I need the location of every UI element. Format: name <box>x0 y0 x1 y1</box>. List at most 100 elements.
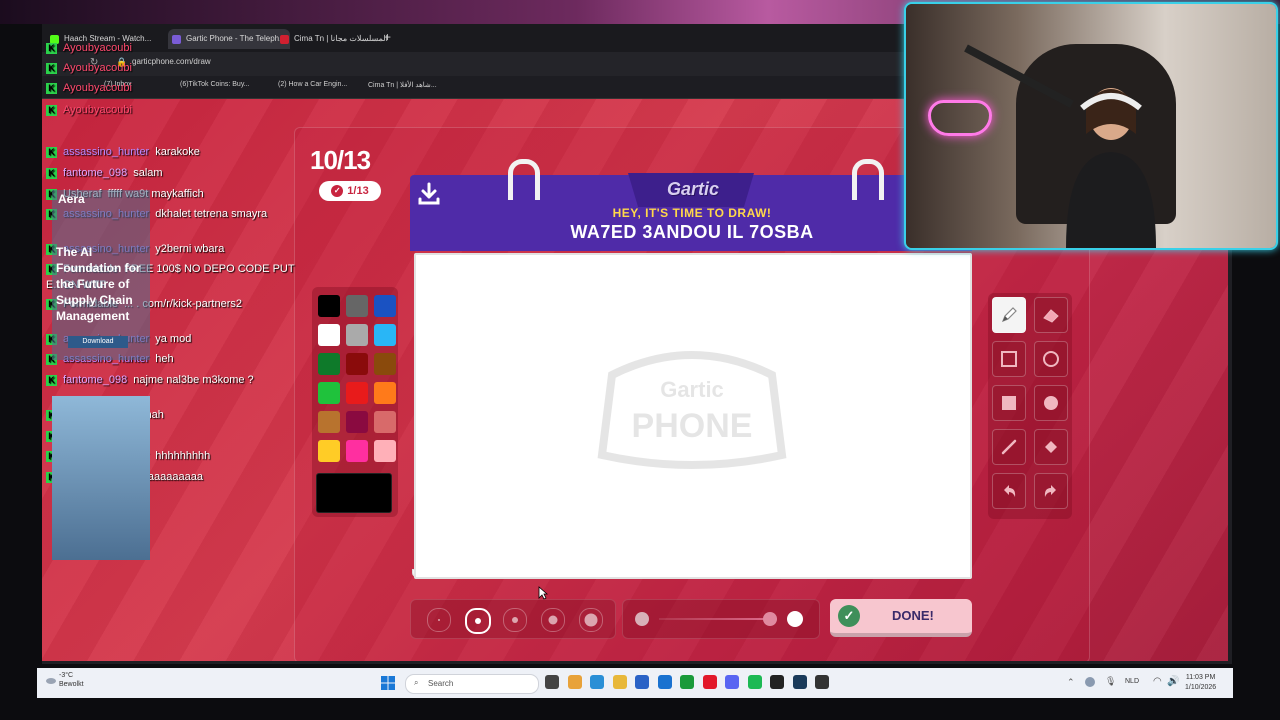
discord-app-icon[interactable] <box>725 675 739 689</box>
current-color-swatch[interactable] <box>316 473 392 513</box>
edge-app-icon[interactable] <box>590 675 604 689</box>
media-app-icon[interactable] <box>815 675 829 689</box>
color-swatch[interactable] <box>318 440 340 462</box>
explorer-app-icon[interactable] <box>612 675 627 689</box>
chat-username[interactable]: Ayoubyacoubi <box>63 104 132 116</box>
ad-download-button[interactable]: Download <box>68 336 128 348</box>
outlook-app-icon[interactable] <box>657 675 672 689</box>
check-icon: ✓ <box>331 185 344 198</box>
brush-size-3[interactable] <box>503 608 527 632</box>
chat-username[interactable]: Ayoubyacoubi <box>63 42 132 54</box>
weather-icon[interactable] <box>45 673 57 685</box>
redo-tool[interactable] <box>1034 473 1068 509</box>
mic-icon[interactable]: 🎙 <box>1105 676 1116 687</box>
xbox-app-icon[interactable] <box>680 675 694 689</box>
eraser-icon <box>1043 309 1059 323</box>
opacity-slider[interactable] <box>622 599 820 639</box>
chat-text: najme nal3be m3kome ? <box>133 374 254 386</box>
rect-outline-tool[interactable] <box>992 341 1026 377</box>
chat-username[interactable]: Ayoubyacoubi <box>63 62 132 74</box>
color-swatch[interactable] <box>318 353 340 375</box>
prompt-word: WA7ED 3ANDOU IL 7OSBA <box>570 222 814 242</box>
color-swatch[interactable] <box>346 295 368 317</box>
chat-username[interactable]: fantome_098 <box>63 167 127 179</box>
pen-tool[interactable] <box>992 297 1026 333</box>
color-swatch[interactable] <box>346 353 368 375</box>
chat-text: salam <box>133 167 163 179</box>
pen-icon <box>1001 307 1017 323</box>
windows-taskbar: -3°C Bewolkt ⌕ Search ⌃ 🎙 NLD ◠ 🔊 11:03 … <box>37 668 1233 698</box>
chat-message: K Ayoubyacoubi <box>46 40 296 56</box>
color-swatch[interactable] <box>346 382 368 404</box>
brush-size-2[interactable] <box>465 608 491 634</box>
svg-text:PHONE: PHONE <box>632 407 753 445</box>
chat-username[interactable]: Ayoubyacoubi <box>63 82 132 94</box>
ad-body: The AI Foundation for the Future of Supp… <box>56 245 141 323</box>
brush-size-1[interactable] <box>427 608 451 632</box>
ad-overlay: Aera The AI Foundation for the Future of… <box>52 190 150 560</box>
eraser-tool[interactable] <box>1034 297 1068 333</box>
color-swatch[interactable] <box>318 295 340 317</box>
windows-start-icon[interactable] <box>381 676 395 690</box>
language-indicator[interactable]: NLD <box>1125 678 1139 685</box>
chat-text: karakoke <box>155 146 200 158</box>
color-swatch[interactable] <box>318 382 340 404</box>
color-swatch[interactable] <box>346 440 368 462</box>
done-button[interactable]: ✓ DONE! <box>830 599 972 637</box>
binder-ring-left <box>508 159 540 200</box>
kick-badge-icon: K <box>46 146 57 158</box>
chat-username[interactable]: assassino_hunter <box>63 146 149 158</box>
chrome-app-icon[interactable] <box>567 675 582 689</box>
mouse-cursor-icon <box>538 586 548 600</box>
neon-lips-sign <box>928 100 992 136</box>
rect-fill-tool[interactable] <box>992 385 1026 421</box>
line-tool[interactable] <box>992 429 1026 465</box>
color-swatch[interactable] <box>374 382 396 404</box>
gartic-logo: Gartic <box>666 179 720 199</box>
brush-size-5[interactable] <box>579 608 603 632</box>
steam-app-icon[interactable] <box>792 675 807 689</box>
color-swatch[interactable] <box>374 295 396 317</box>
ellipse-fill-tool[interactable] <box>1034 385 1068 421</box>
chat-text: y2berni wbara <box>155 243 225 255</box>
chat-message: K Ayoubyacoubi <box>46 102 296 118</box>
new-tab-button[interactable]: + <box>384 30 391 44</box>
bucket-icon <box>1045 441 1057 453</box>
download-icon[interactable] <box>416 181 446 211</box>
color-swatch[interactable] <box>318 411 340 433</box>
color-swatch[interactable] <box>318 324 340 346</box>
task-view-app-icon[interactable] <box>545 675 559 689</box>
kick-badge-icon: K <box>46 62 57 74</box>
taskbar-search[interactable]: ⌕ Search <box>405 674 539 694</box>
ad-image <box>52 396 150 560</box>
system-clock[interactable]: 11:03 PM 1/10/2026 <box>1185 673 1216 693</box>
network-icon[interactable] <box>1085 677 1095 687</box>
color-swatch[interactable] <box>374 440 396 462</box>
opacity-handle[interactable] <box>763 612 777 626</box>
color-swatch[interactable] <box>374 411 396 433</box>
ellipse-outline-tool[interactable] <box>1034 341 1068 377</box>
opacity-track[interactable] <box>659 618 777 620</box>
opera-app-icon[interactable] <box>702 675 717 689</box>
brush-size-4[interactable] <box>541 608 565 632</box>
obs-app-icon[interactable] <box>770 675 784 689</box>
color-swatch[interactable] <box>374 324 396 346</box>
chevron-up-icon[interactable]: ⌃ <box>1067 677 1075 688</box>
store-app-icon[interactable] <box>635 675 649 689</box>
opacity-max-icon <box>787 611 803 627</box>
color-swatch[interactable] <box>374 353 396 375</box>
spotify-app-icon[interactable] <box>747 675 762 689</box>
fill-bucket-tool[interactable] <box>1034 429 1068 465</box>
wifi-icon[interactable]: ◠ <box>1153 676 1162 687</box>
color-swatch[interactable] <box>346 411 368 433</box>
bookmark-cima[interactable]: Cima Tn | شاهد الأفلا... <box>368 81 437 89</box>
chat-message: K Ayoubyacoubi <box>46 60 296 76</box>
volume-icon[interactable]: 🔊 <box>1167 676 1179 687</box>
undo-tool[interactable] <box>992 473 1026 509</box>
color-swatch[interactable] <box>346 324 368 346</box>
chat-text: dkhalet tetrena smayra <box>155 208 268 220</box>
kick-badge-icon: K <box>46 104 57 116</box>
round-counter: 10/13 <box>310 145 371 175</box>
color-palette <box>312 287 398 517</box>
weather-widget[interactable]: -3°C Bewolkt <box>59 671 84 689</box>
